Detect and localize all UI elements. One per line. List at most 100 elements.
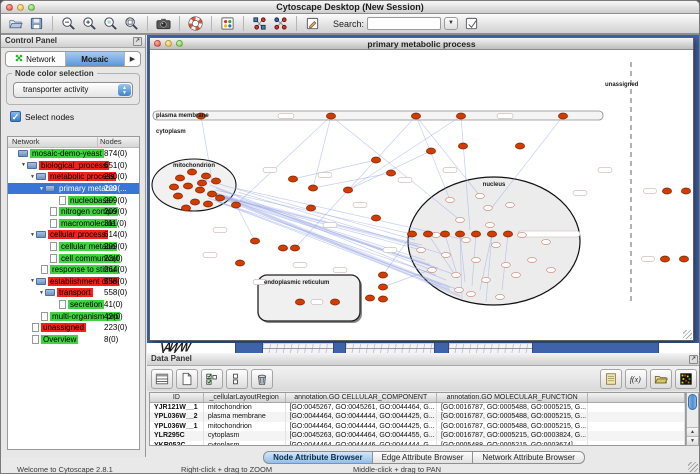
expand-triangle-icon[interactable]: ▼ [38, 290, 45, 296]
table-cell[interactable]: [GO:0016787, GO:0005215, GO:0003824, G..… [437, 431, 588, 440]
expand-triangle-icon[interactable]: ▼ [29, 174, 36, 180]
new-attribute-icon[interactable] [176, 369, 198, 389]
function-builder-icon[interactable]: f(x) [625, 369, 647, 389]
table-cell[interactable]: YLR295C [150, 431, 204, 440]
tree-row[interactable]: unassigned223(0) [8, 322, 139, 334]
scroll-down-icon[interactable]: ▼ [687, 436, 698, 445]
table-cell[interactable]: plasma membrane [204, 412, 286, 421]
table-cell[interactable] [588, 431, 685, 440]
tree-row[interactable]: cellular metabo209(0) [8, 241, 139, 253]
search-input[interactable] [367, 17, 441, 30]
zoom-fit-icon[interactable] [121, 14, 142, 33]
tab-edge-attribute-browser[interactable]: Edge Attribute Browser [373, 451, 474, 464]
table-column-header[interactable]: _cellularLayoutRegion [204, 393, 286, 402]
table-cell[interactable]: [GO:0016787, GO:0005488, GO:0005215, G..… [437, 403, 588, 412]
table-row[interactable]: YLR295Ccytoplasm[GO:0045263, GO:0044464,… [150, 431, 685, 440]
zoom-selected-icon[interactable] [100, 14, 121, 33]
table-column-header[interactable]: ID [150, 393, 204, 402]
table-column-header[interactable] [588, 393, 685, 402]
notepad-icon[interactable] [600, 369, 622, 389]
tree-row[interactable]: macromolecule311(0) [8, 218, 139, 230]
unselect-attributes-icon[interactable] [226, 369, 248, 389]
expand-triangle-icon[interactable]: ▼ [29, 232, 36, 238]
tree-row[interactable]: Overview8(0) [8, 334, 139, 346]
scroll-up-icon[interactable]: ▲ [687, 427, 698, 436]
resize-grip-icon[interactable] [683, 330, 692, 339]
tree-row[interactable]: cell communicat22(0) [8, 252, 139, 264]
expand-triangle-icon[interactable]: ▼ [38, 186, 45, 192]
table-row[interactable]: YJR121W__1mitochondrion[GO:0045267, GO:0… [150, 403, 685, 412]
layout-edges-icon[interactable] [270, 14, 291, 33]
table-cell[interactable]: YPL036W__2 [150, 412, 204, 421]
tab-node-attribute-browser[interactable]: Node Attribute Browser [263, 451, 373, 464]
table-cell[interactable]: [GO:0016787, GO:0005488, GO:0005215, G..… [437, 412, 588, 421]
table-cell[interactable]: YKR052C [150, 441, 204, 446]
tree-row[interactable]: ▼establishment of lo558(0) [8, 276, 139, 288]
float-data-panel-icon[interactable]: ↗ [689, 355, 698, 364]
node-color-select[interactable]: transporter activity ▲▼ [13, 82, 133, 98]
tree-row[interactable]: ▼metabolic process280(0) [8, 171, 139, 183]
search-options-icon[interactable] [461, 14, 482, 33]
attribute-table-icon[interactable] [151, 369, 173, 389]
tree-row[interactable]: ▼cellular process614(0) [8, 229, 139, 241]
table-cell[interactable]: cytoplasm [204, 431, 286, 440]
tree-row[interactable]: ▼primary metabol209(... [8, 183, 139, 195]
tab-network[interactable]: Network [6, 52, 66, 66]
table-cell[interactable] [588, 403, 685, 412]
zoom-out-icon[interactable] [58, 14, 79, 33]
network-window-titlebar[interactable]: primary metabolic process [150, 38, 693, 50]
snapshot-icon[interactable] [153, 14, 174, 33]
table-cell[interactable]: [GO:0044464, GO:0044444, GO:0044425, G..… [286, 412, 437, 421]
layout-nodes-icon[interactable] [249, 14, 270, 33]
tree-column-nodes[interactable]: Nodes [97, 137, 139, 147]
window-resize-grip-icon[interactable] [688, 462, 698, 472]
annotation-icon[interactable] [302, 14, 323, 33]
table-cell[interactable]: [GO:0044464, GO:0044444, GO:0044425, G..… [286, 422, 437, 431]
table-cell[interactable]: cytoplasm [204, 441, 286, 446]
table-cell[interactable]: [GO:0045263, GO:0044464, GO:0044455, G..… [286, 431, 437, 440]
dropdown-stepper-icon[interactable]: ▲▼ [118, 84, 131, 96]
table-row[interactable]: YKR052Ccytoplasm[GO:0044464, GO:0044446,… [150, 441, 685, 446]
delete-attribute-icon[interactable] [251, 369, 273, 389]
tree-row[interactable]: nucleobase-209(0) [8, 194, 139, 206]
table-cell[interactable]: YPL036W__1 [150, 422, 204, 431]
table-cell[interactable]: [GO:0005488, GO:0005215, GO:0003674] [437, 441, 588, 446]
tree-row[interactable]: response to stimul264(0) [8, 264, 139, 276]
tab-network-attribute-browser[interactable]: Network Attribute Browser [473, 451, 584, 464]
zoom-in-icon[interactable] [79, 14, 100, 33]
select-nodes-checkbox[interactable]: ✓ [10, 111, 21, 122]
search-dropdown-icon[interactable]: ▼ [444, 17, 458, 30]
tree-row[interactable]: nitrogen compo209(0) [8, 206, 139, 218]
expand-triangle-icon[interactable]: ▼ [29, 278, 36, 284]
expand-triangle-icon[interactable]: ▼ [20, 162, 27, 168]
table-cell[interactable]: mitochondrion [204, 422, 286, 431]
tree-row[interactable]: mosaic-demo-yeast874(0) [8, 148, 139, 160]
table-cell[interactable]: YJR121W__1 [150, 403, 204, 412]
table-column-header[interactable]: annotation.GO CELLULAR_COMPONENT [286, 393, 437, 402]
save-icon[interactable] [26, 14, 47, 33]
float-panel-icon[interactable]: ↗ [133, 37, 142, 46]
tree-column-network[interactable]: Network [8, 137, 97, 147]
table-row[interactable]: YPL036W__1mitochondrion[GO:0044464, GO:0… [150, 422, 685, 431]
tree-row[interactable]: multi-organism pro42(0) [8, 310, 139, 322]
table-cell[interactable]: [GO:0016787, GO:0005488, GO:0005215, G..… [437, 422, 588, 431]
tab-mosaic[interactable]: Mosaic [66, 52, 126, 66]
background-windows[interactable]: ╲АИ╱W [147, 343, 700, 353]
table-cell[interactable] [588, 412, 685, 421]
table-cell[interactable]: [GO:0044464, GO:0044446, GO:0044444, G..… [286, 441, 437, 446]
table-cell[interactable]: [GO:0045267, GO:0045261, GO:0044464, G..… [286, 403, 437, 412]
select-attributes-icon[interactable] [201, 369, 223, 389]
import-attributes-icon[interactable] [650, 369, 672, 389]
tree-row[interactable]: ▼biological_process651(0) [8, 160, 139, 172]
tab-overflow-icon[interactable]: ▶ [125, 52, 140, 66]
help-icon[interactable] [185, 14, 206, 33]
tree-row[interactable]: secretion41(0) [8, 299, 139, 311]
table-cell[interactable] [588, 441, 685, 446]
open-file-icon[interactable] [5, 14, 26, 33]
table-scrollbar[interactable]: ▲ ▼ [686, 392, 699, 446]
scrollbar-thumb[interactable] [688, 394, 697, 410]
table-column-header[interactable]: annotation.GO MOLECULAR_FUNCTION [437, 393, 588, 402]
table-cell[interactable]: mitochondrion [204, 403, 286, 412]
vizmapper-icon[interactable] [217, 14, 238, 33]
heatmap-icon[interactable] [675, 369, 697, 389]
